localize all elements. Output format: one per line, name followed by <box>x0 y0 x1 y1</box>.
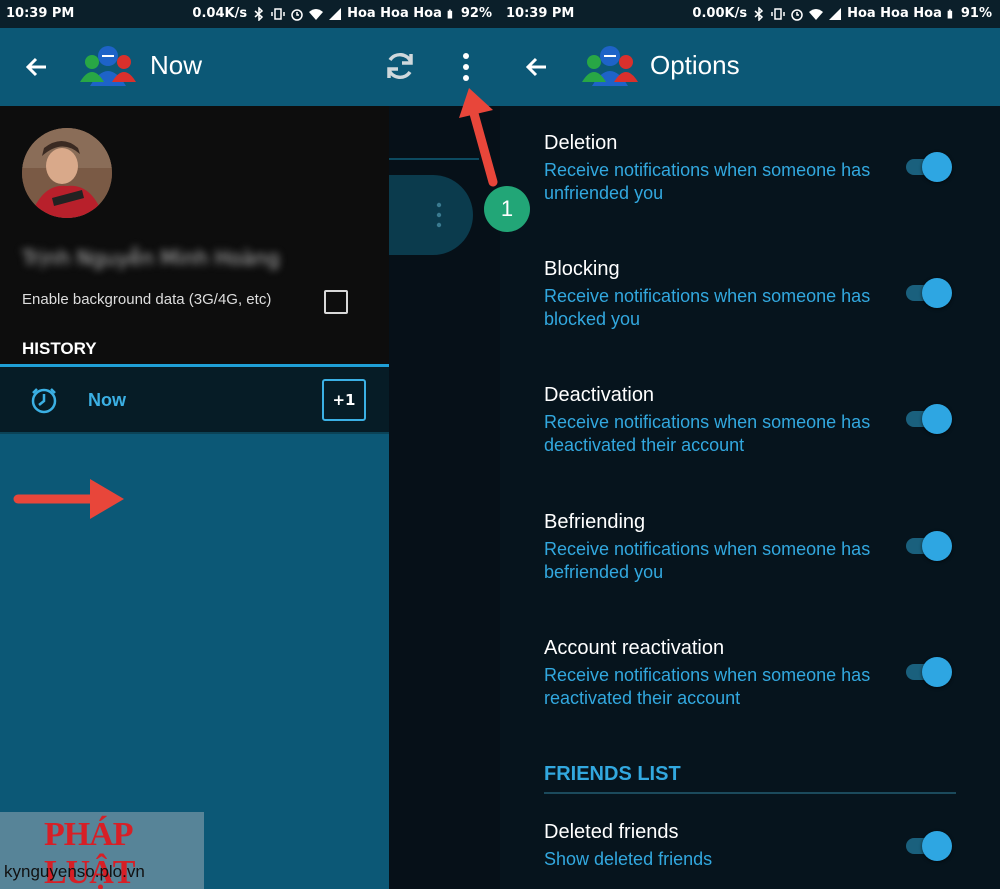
battery-icon <box>447 9 453 18</box>
deactivation-toggle[interactable] <box>906 404 952 434</box>
history-item[interactable]: Now +1 <box>0 364 389 434</box>
wifi-icon <box>809 8 824 20</box>
drawer-header: Trịnh Nguyễn Minh Hoàng Enable backgroun… <box>0 106 389 364</box>
section-divider <box>544 792 956 794</box>
vibrate-icon <box>771 7 785 20</box>
option-description: Receive notifications when someone has b… <box>544 539 871 582</box>
blocking-toggle[interactable] <box>906 278 952 308</box>
option-account-reactivation[interactable]: Account reactivation Receive notificatio… <box>544 637 984 710</box>
user-name: Trịnh Nguyễn Minh Hoàng <box>22 246 280 270</box>
friends-list-header: FRIENDS LIST <box>544 763 681 785</box>
option-description: Receive notifications when someone has b… <box>544 286 871 329</box>
watermark: PHÁP LUẬT kynguyenso.plo.vn <box>0 812 204 889</box>
annotation-arrow-right-icon <box>13 479 124 519</box>
option-deactivation[interactable]: Deactivation Receive notifications when … <box>544 384 984 457</box>
more-vert-icon[interactable] <box>436 200 442 230</box>
bluetooth-icon <box>254 6 264 21</box>
history-header: HISTORY <box>22 339 97 358</box>
status-speed: 0.04K/s <box>192 6 248 21</box>
account-reactivation-toggle[interactable] <box>906 657 952 687</box>
friends-logo-icon <box>582 46 638 86</box>
option-deletion[interactable]: Deletion Receive notifications when some… <box>544 132 984 205</box>
option-description: Receive notifications when someone has r… <box>544 665 871 708</box>
refresh-icon[interactable] <box>382 48 418 84</box>
left-screen: 10:39 PM 0.04K/s Hoa Hoa Hoa 92% Now Trị… <box>0 0 500 889</box>
signal-icon <box>829 7 842 20</box>
watermark-site: kynguyenso.plo.vn <box>4 862 145 881</box>
status-battery: 92% <box>460 6 492 21</box>
wifi-icon <box>309 8 324 20</box>
status-battery: 91% <box>960 6 992 21</box>
deleted-friends-toggle[interactable] <box>906 831 952 861</box>
option-blocking[interactable]: Blocking Receive notifications when some… <box>544 258 984 331</box>
status-bar: 10:39 PM 0.00K/s Hoa Hoa Hoa 91% <box>500 0 1000 28</box>
status-carrier: Hoa Hoa Hoa <box>347 6 442 21</box>
option-description: Receive notifications when someone has d… <box>544 412 871 455</box>
bluetooth-icon <box>754 6 764 21</box>
arrow-left-icon[interactable] <box>20 50 54 84</box>
right-screen: 10:39 PM 0.00K/s Hoa Hoa Hoa 91% Options… <box>500 0 1000 889</box>
option-description: Show deleted friends <box>544 849 713 869</box>
option-befriending[interactable]: Befriending Receive notifications when s… <box>544 511 984 584</box>
clock-icon <box>31 388 57 414</box>
signal-icon <box>329 7 342 20</box>
background-data-label: Enable background data (3G/4G, etc) <box>22 291 272 308</box>
alarm-icon <box>291 8 303 21</box>
more-vert-icon[interactable] <box>460 50 472 84</box>
page-title: Now <box>150 50 203 80</box>
status-time: 10:39 PM <box>506 6 575 21</box>
annotation-arrow-up-icon <box>459 88 498 187</box>
alarm-icon <box>791 8 803 21</box>
arrow-left-icon[interactable] <box>520 50 554 84</box>
deletion-toggle[interactable] <box>906 152 952 182</box>
befriending-toggle[interactable] <box>906 531 952 561</box>
avatar-photo-icon <box>22 128 112 218</box>
status-time: 10:39 PM <box>6 6 75 21</box>
status-speed: 0.00K/s <box>692 6 748 21</box>
history-item-label: Now <box>88 390 126 410</box>
app-bar: Now <box>0 28 500 106</box>
avatar[interactable] <box>22 128 112 218</box>
status-bar: 10:39 PM 0.04K/s Hoa Hoa Hoa 92% <box>0 0 500 28</box>
step-badge: 1 <box>484 186 530 232</box>
app-bar: Options <box>500 28 1000 106</box>
page-title: Options <box>650 50 740 80</box>
vibrate-icon <box>271 7 285 20</box>
count-badge: +1 <box>322 379 366 421</box>
status-carrier: Hoa Hoa Hoa <box>847 6 942 21</box>
option-deleted-friends[interactable]: Deleted friends Show deleted friends <box>544 821 984 871</box>
option-description: Receive notifications when someone has u… <box>544 160 871 203</box>
background-data-checkbox[interactable] <box>324 290 348 314</box>
friends-logo-icon <box>80 46 136 86</box>
battery-icon <box>947 9 953 18</box>
